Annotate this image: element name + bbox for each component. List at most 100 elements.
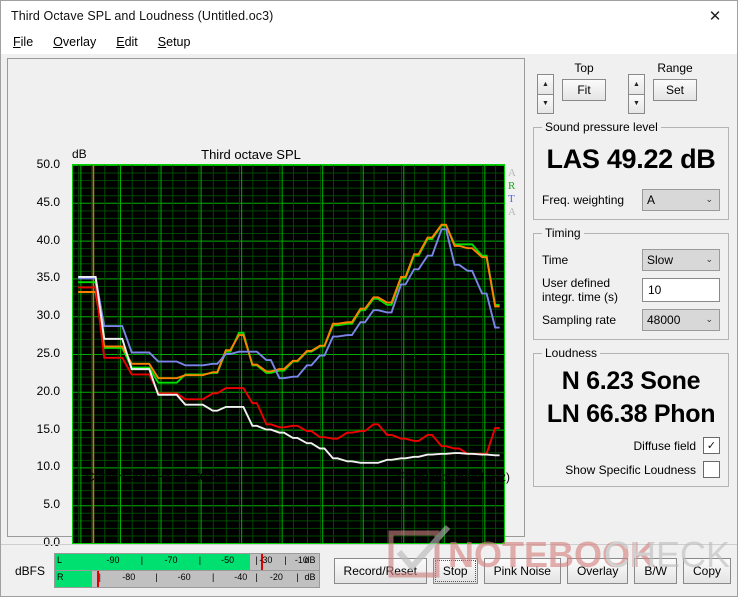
meter-tick: -80	[122, 572, 136, 582]
range-label: Range	[657, 61, 693, 75]
copy-button[interactable]: Copy	[682, 557, 731, 584]
fit-button[interactable]: Fit	[562, 79, 606, 101]
freq-weighting-row: Freq. weighting A ⌄	[542, 189, 720, 211]
arta-third-octave-window: Third Octave SPL and Loudness (Untitled.…	[0, 0, 738, 597]
series-overlay-blue	[78, 228, 500, 380]
menu-label-setup: etup	[166, 35, 191, 49]
loudness-phon-readout: LN 66.38 Phon	[546, 400, 716, 428]
top-label: Top	[574, 61, 594, 75]
check-icon: ✓	[706, 439, 717, 452]
range-spinner[interactable]: ▲ ▼	[628, 74, 645, 114]
y-axis-tick: 5.0	[43, 497, 60, 512]
meter-tick: |	[211, 572, 215, 582]
integration-time-label-line1: User defined	[542, 276, 611, 290]
integration-time-label-line2: integr. time (s)	[542, 290, 619, 304]
window-title: Third Octave SPL and Loudness (Untitled.…	[11, 9, 274, 23]
range-label-stack: Range Set	[653, 61, 697, 101]
top-label-stack: Top Fit	[562, 61, 606, 101]
menu-item-setup[interactable]: Setup	[156, 33, 200, 51]
freq-weighting-select[interactable]: A ⌄	[642, 189, 720, 211]
sampling-rate-select[interactable]: 48000 ⌄	[642, 309, 720, 331]
y-axis-tick: 25.0	[36, 346, 60, 360]
freq-weighting-value: A	[647, 193, 656, 207]
y-axis-tick: 50.0	[36, 157, 60, 171]
meter-tick: -50	[221, 555, 235, 565]
menu-item-edit[interactable]: Edit	[114, 33, 147, 51]
record-reset-button[interactable]: Record/Reset	[333, 557, 427, 584]
meter-tick: |	[140, 555, 144, 565]
chevron-down-icon[interactable]: ▼	[537, 93, 554, 114]
integration-time-input[interactable]	[642, 278, 720, 302]
close-icon[interactable]: ✕	[693, 1, 737, 31]
diffuse-field-label: Diffuse field	[633, 438, 696, 453]
level-meter[interactable]: L dB -90 | -70 | -50 | -30 | -10 R dB | …	[54, 553, 320, 588]
range-control-group: ▲ ▼ Range Set	[628, 61, 697, 114]
plot-area[interactable]	[72, 164, 505, 544]
chevron-down-icon: ⌄	[705, 255, 713, 265]
stop-button[interactable]: Stop	[432, 557, 478, 584]
level-meter-right-channel: R	[57, 572, 64, 582]
level-meter-right[interactable]: R dB | -80 | -60 | -40 | -20 |	[55, 570, 319, 587]
show-specific-loudness-label: Show Specific Loudness	[565, 462, 696, 477]
diffuse-field-checkbox[interactable]: ✓	[703, 437, 720, 454]
chevron-down-icon: ⌄	[705, 195, 713, 205]
show-specific-loudness-row: Show Specific Loudness	[542, 461, 720, 478]
level-meter-left[interactable]: L dB -90 | -70 | -50 | -30 | -10	[55, 554, 319, 570]
plot-svg	[73, 165, 504, 543]
menu-item-file[interactable]: File	[11, 33, 42, 51]
series-paths	[78, 223, 500, 464]
meter-tick: -20	[269, 572, 283, 582]
arta-letter-1: A	[508, 167, 516, 179]
menu-label-edit: dit	[124, 35, 138, 49]
level-meter-left-channel: L	[57, 555, 63, 565]
series-current-red	[78, 286, 500, 455]
meter-tick: -10	[294, 555, 308, 565]
loudness-sone-readout: N 6.23 Sone	[561, 367, 701, 395]
spl-group-legend: Sound pressure level	[545, 120, 658, 134]
arta-letter-3: T	[508, 193, 515, 205]
top-spinner[interactable]: ▲ ▼	[537, 74, 554, 114]
meter-tick: |	[155, 572, 158, 582]
integration-time-row: User defined integr. time (s)	[542, 276, 720, 304]
pink-noise-button[interactable]: Pink Noise	[483, 557, 561, 584]
timing-group-legend: Timing	[545, 226, 581, 240]
chevron-up-icon[interactable]: ▲	[628, 74, 645, 94]
set-button[interactable]: Set	[653, 79, 697, 101]
sampling-rate-row: Sampling rate 48000 ⌄	[542, 309, 720, 331]
time-label: Time	[542, 253, 569, 267]
scale-controls: ▲ ▼ Top Fit ▲ ▼ Range Set	[531, 58, 731, 114]
menu-bar: File Overlay Edit Setup	[1, 31, 737, 54]
menu-item-overlay[interactable]: Overlay	[51, 33, 105, 51]
level-meter-right-unit: dB	[304, 572, 316, 582]
b-w-button[interactable]: B/W	[634, 557, 677, 584]
integration-time-label: User defined integr. time (s)	[542, 276, 642, 304]
overlay-button[interactable]: Overlay	[566, 557, 629, 584]
chevron-down-icon[interactable]: ▼	[628, 93, 645, 114]
loudness-group: Loudness N 6.23 Sone LN 66.38 Phon Diffu…	[533, 346, 729, 487]
sampling-rate-value: 48000	[647, 313, 681, 327]
menu-label-overlay: verlay	[62, 35, 97, 49]
arta-letter-2: R	[508, 180, 516, 192]
meter-tick: |	[255, 572, 258, 582]
time-select[interactable]: Slow ⌄	[642, 249, 720, 271]
chevron-down-icon: ⌄	[705, 315, 713, 325]
bottom-bar: dBFS L dB -90 | -70 | -50 | -30 | -10 R	[1, 544, 737, 596]
sound-pressure-level-group: Sound pressure level LAS 49.22 dB Freq. …	[533, 120, 729, 220]
meter-tick: |	[98, 572, 101, 582]
y-axis-tick: 30.0	[36, 308, 60, 323]
spl-readout: LAS 49.22 dB	[546, 144, 716, 174]
transport-button-row: Record/Reset Stop Pink Noise Overlay B/W Copy	[333, 557, 731, 584]
meter-tick: -40	[234, 572, 248, 582]
dbfs-label: dBFS	[15, 563, 46, 578]
meter-tick: |	[296, 572, 299, 582]
show-specific-loudness-checkbox[interactable]	[703, 461, 720, 478]
arta-logo: A R T A	[508, 167, 516, 219]
meter-tick: -90	[106, 555, 120, 565]
title-bar: Third Octave SPL and Loudness (Untitled.…	[1, 1, 737, 31]
cursor-readout: Cursor: 20.0 Hz, 34.30 dB	[86, 470, 225, 484]
side-panel: ▲ ▼ Top Fit ▲ ▼ Range Set Sound pressure…	[531, 58, 731, 537]
chevron-up-icon[interactable]: ▲	[537, 74, 554, 94]
x-axis-title: Frequency band (Hz)	[397, 470, 510, 484]
y-axis-tick: 40.0	[36, 232, 60, 247]
freq-weighting-label: Freq. weighting	[542, 193, 625, 207]
